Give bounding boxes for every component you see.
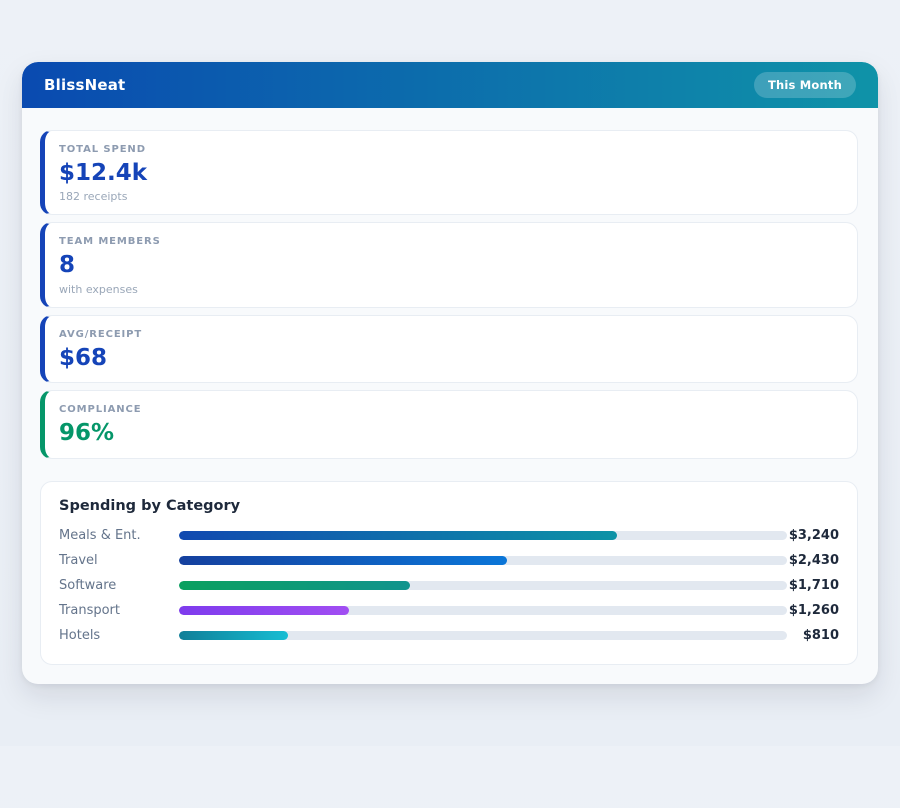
period-badge[interactable]: This Month <box>754 72 856 98</box>
stat-value: 96% <box>59 420 841 446</box>
bar-fill <box>179 581 410 590</box>
value-label: $810 <box>787 628 839 643</box>
bar-fill <box>179 531 617 540</box>
stat-label: TEAM MEMBERS <box>59 236 841 247</box>
category-label: Software <box>59 578 179 593</box>
bar-track <box>179 631 787 640</box>
stat-card-compliance: COMPLIANCE 96% <box>40 390 858 458</box>
bar-track <box>179 556 787 565</box>
dashboard-content: TOTAL SPEND $12.4k 182 receipts TEAM MEM… <box>22 108 878 684</box>
stat-label: TOTAL SPEND <box>59 144 841 155</box>
value-label: $2,430 <box>787 553 839 568</box>
chart-row-software: Software $1,710 <box>59 573 839 598</box>
bar-track <box>179 581 787 590</box>
stat-sub: 182 receipts <box>59 190 841 203</box>
bar-fill <box>179 556 507 565</box>
chart-rows: Meals & Ent. $3,240 Travel $2,430 Softwa… <box>59 523 839 648</box>
stat-sub: with expenses <box>59 283 841 296</box>
app-header: BlissNeat This Month <box>22 62 878 108</box>
chart-row-travel: Travel $2,430 <box>59 548 839 573</box>
stat-value: 8 <box>59 252 841 278</box>
stat-value: $68 <box>59 345 841 371</box>
bar-fill <box>179 606 349 615</box>
stat-value: $12.4k <box>59 160 841 186</box>
dashboard-panel: BlissNeat This Month TOTAL SPEND $12.4k … <box>22 62 878 684</box>
bar-track <box>179 606 787 615</box>
value-label: $3,240 <box>787 528 839 543</box>
category-label: Meals & Ent. <box>59 528 179 543</box>
category-label: Travel <box>59 553 179 568</box>
stat-card-avg-receipt: AVG/RECEIPT $68 <box>40 315 858 383</box>
chart-row-hotels: Hotels $810 <box>59 623 839 648</box>
chart-row-transport: Transport $1,260 <box>59 598 839 623</box>
value-label: $1,710 <box>787 578 839 593</box>
chart-row-meals: Meals & Ent. $3,240 <box>59 523 839 548</box>
category-label: Hotels <box>59 628 179 643</box>
category-label: Transport <box>59 603 179 618</box>
chart-title: Spending by Category <box>59 498 839 514</box>
app-title: BlissNeat <box>44 76 125 94</box>
stat-card-total-spend: TOTAL SPEND $12.4k 182 receipts <box>40 130 858 215</box>
stat-card-team-members: TEAM MEMBERS 8 with expenses <box>40 222 858 307</box>
stat-label: COMPLIANCE <box>59 404 841 415</box>
value-label: $1,260 <box>787 603 839 618</box>
bar-fill <box>179 631 288 640</box>
bar-track <box>179 531 787 540</box>
spending-by-category-chart: Spending by Category Meals & Ent. $3,240… <box>40 481 858 665</box>
stat-label: AVG/RECEIPT <box>59 329 841 340</box>
